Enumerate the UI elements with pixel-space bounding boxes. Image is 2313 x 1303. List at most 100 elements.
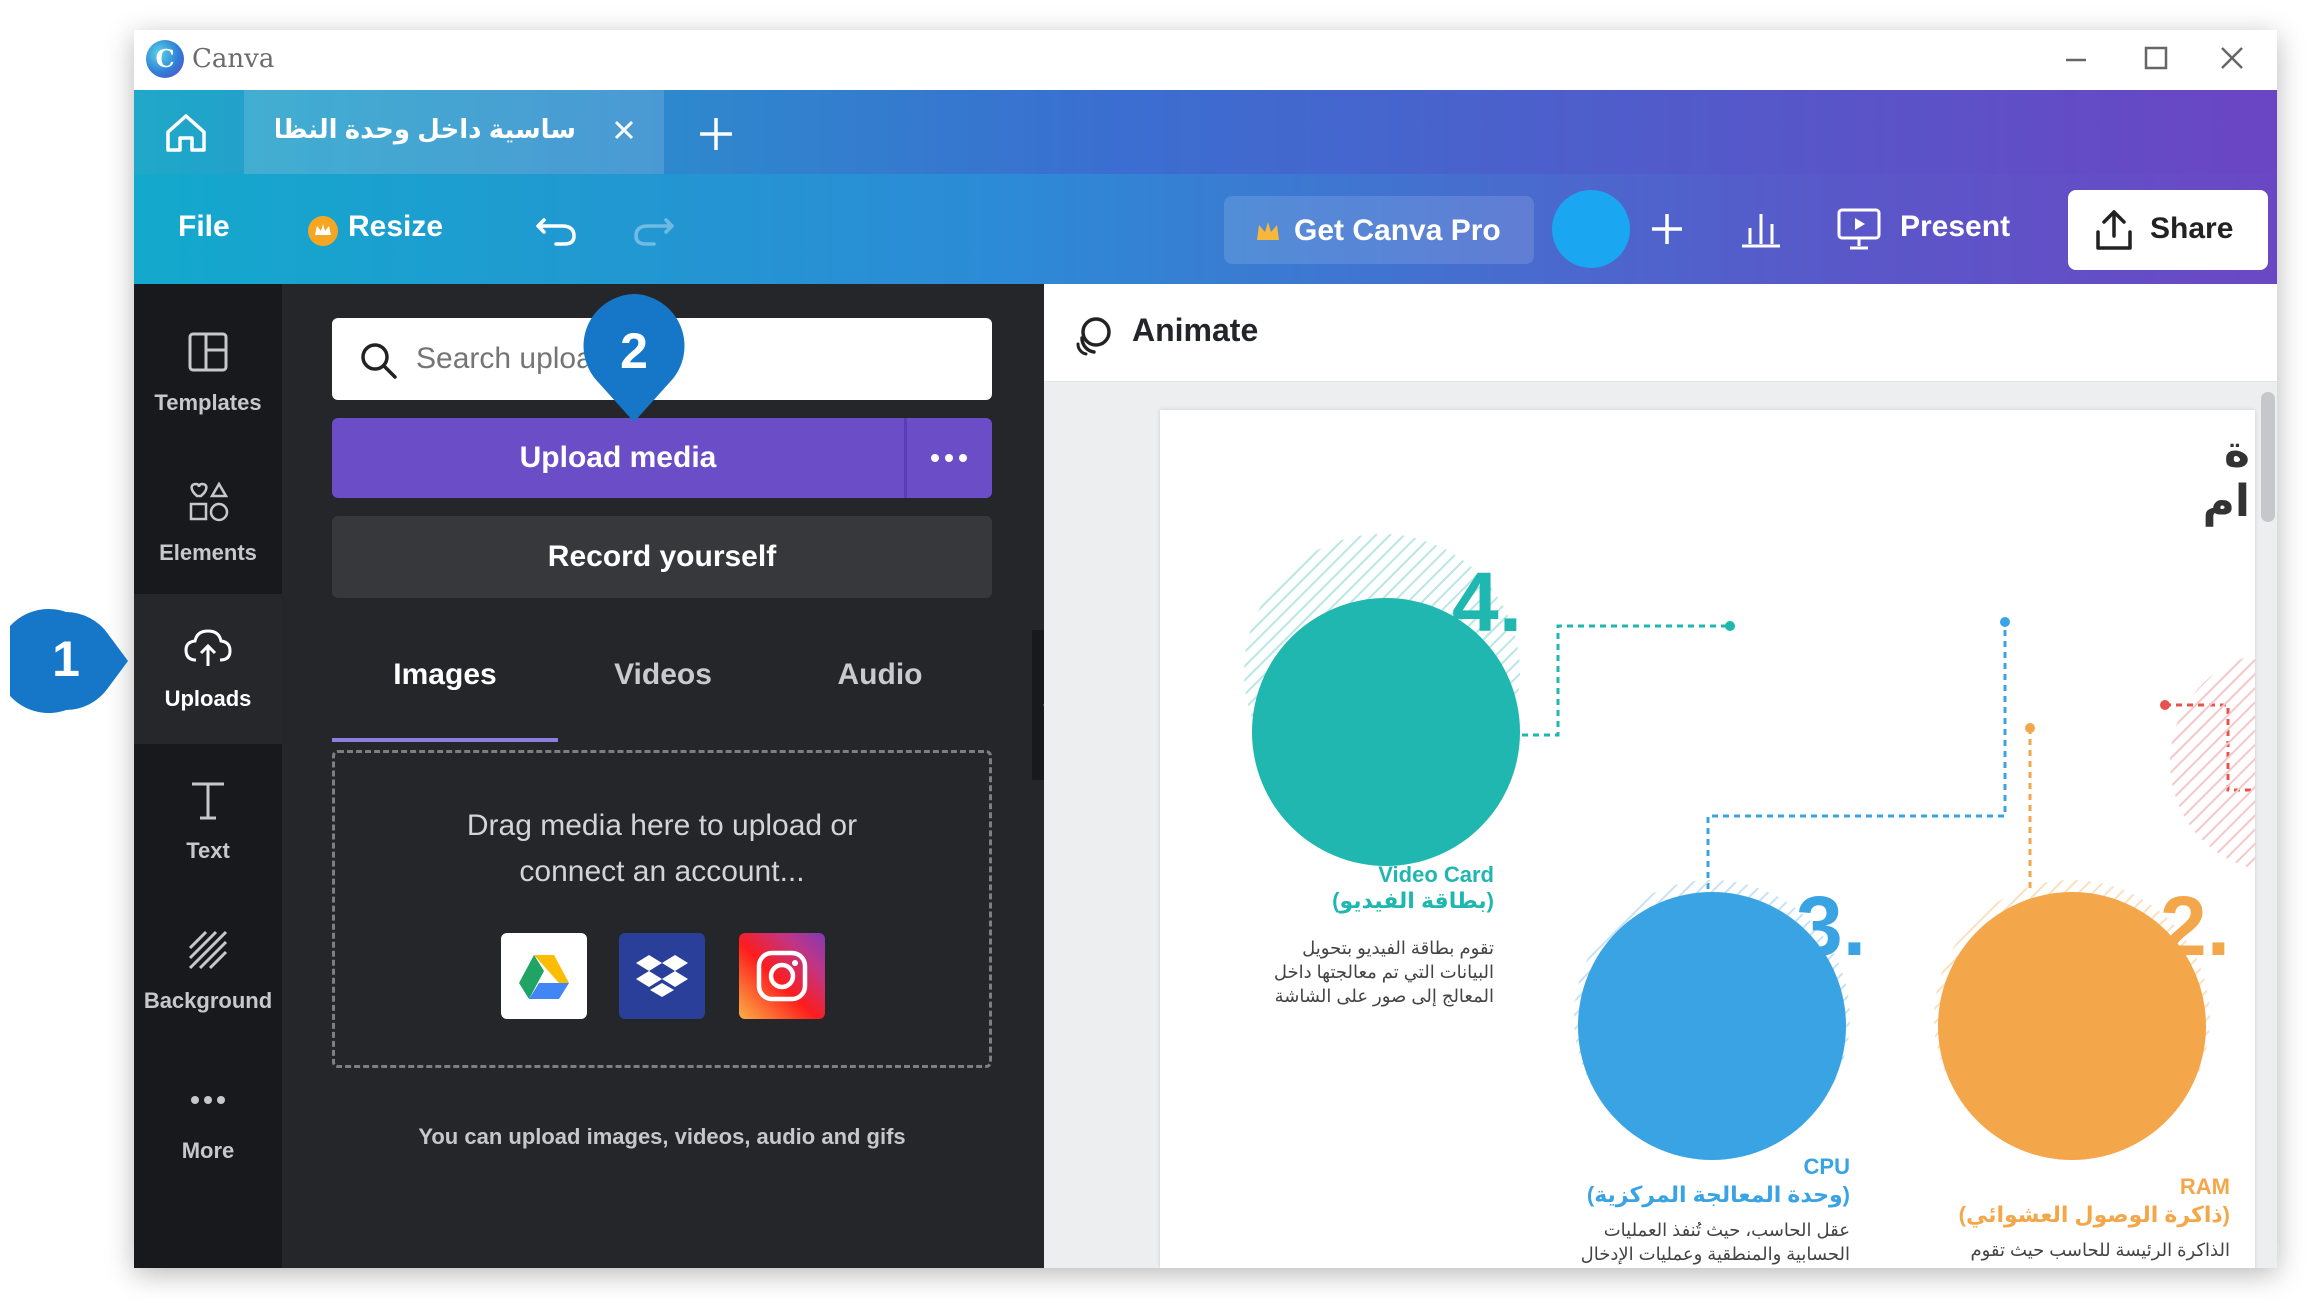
sidebar-item-label: Uploads [164,686,252,711]
tab-bar: ساسية داخل وحدة النظام… [134,90,2277,174]
sidebar-item-more[interactable]: More [134,1046,282,1186]
design-page[interactable]: 4. 3. 2. Video Card (بطاقة الفيديو) تقوم… [1160,410,2255,1268]
undo-icon [536,218,576,246]
insights-button[interactable] [1732,200,1790,258]
app-title: Canva [192,44,275,74]
redo-button[interactable] [628,202,680,254]
new-tab-button[interactable] [694,112,738,156]
present-button[interactable]: Present [1834,196,2044,260]
sidebar-item-text[interactable]: Text [134,746,282,886]
minimize-icon [2066,58,2086,62]
vertical-scrollbar[interactable] [2261,392,2275,522]
record-yourself-button[interactable]: Record yourself [332,516,992,598]
close-icon [2221,47,2243,69]
upload-hint: You can upload images, videos, audio and… [418,1124,906,1149]
close-icon [614,120,634,140]
present-icon [1837,208,1881,250]
templates-icon [188,332,228,372]
upload-media-button[interactable]: Upload media [332,418,904,498]
page-heading-line-1: ة [2224,427,2250,476]
plus-icon [1652,214,1682,244]
dropbox-icon [636,955,688,997]
sidebar-item-label: Text [186,838,230,863]
sidebar-item-uploads[interactable]: Uploads [134,594,282,744]
dropzone-line-1: Drag media here to upload or [466,809,858,842]
close-window-button[interactable] [2200,36,2264,82]
document-tab-title: ساسية داخل وحدة النظام… [276,114,576,144]
active-tab-indicator [332,738,558,742]
tab-audio[interactable]: Audio [768,658,992,718]
item-number: 4. [1452,555,1523,649]
more-dots-icon [191,1096,225,1104]
undo-button[interactable] [530,202,582,254]
resize-button[interactable]: Resize [306,210,456,250]
animate-icon [1076,317,1111,356]
document-tab[interactable]: ساسية داخل وحدة النظام… [244,90,664,174]
callout-1-label: 1 [52,631,80,687]
add-collaborator-button[interactable] [1642,204,1692,254]
item-number: 3. [1796,879,1867,973]
side-rail: Templates Elements Uploads Text Backgrou… [134,284,282,1268]
sidebar-item-label: More [181,1138,235,1163]
item-title-arabic: (بطاقة الفيديو) [1332,888,1494,913]
item-description: الذاكرة الرئيسة للحاسب حيث تقوم [1970,1240,2230,1260]
sidebar-item-label: Templates [154,390,262,415]
canva-window: C Canva ساسية داخل وحدة النظام… [134,30,2277,1268]
avatar[interactable] [1552,190,1630,268]
sidebar-item-templates[interactable]: Templates [134,298,282,438]
animate-label: Animate [1132,312,1259,348]
instagram-button[interactable] [739,933,825,1019]
close-tab-button[interactable] [606,112,642,148]
maximize-icon [2144,46,2168,70]
share-button[interactable]: Share [2068,190,2268,270]
google-drive-icon [519,955,569,999]
upload-more-button[interactable] [907,418,992,498]
get-canva-pro-label: Get Canva Pro [1294,214,1501,247]
page-heading-line-2: ام [2202,477,2250,526]
text-icon [192,782,224,820]
tab-videos[interactable]: Videos [558,658,768,718]
google-drive-button[interactable] [501,933,587,1019]
item-title: CPU [1803,1154,1850,1179]
background-icon [188,930,228,970]
dropbox-button[interactable] [619,933,705,1019]
minimize-button[interactable] [2044,36,2108,82]
search-input[interactable] [416,336,976,382]
button-divider [904,418,907,498]
crown-badge-icon [308,216,338,246]
sidebar-item-background[interactable]: Background [134,896,282,1036]
dropzone-line-2: connect an account... [519,855,805,888]
dropzone-text: Drag media here to upload or connect an … [335,803,989,895]
item-title-arabic: (وحدة المعالجة المركزية) [1586,1182,1850,1207]
get-canva-pro-button[interactable]: Get Canva Pro [1224,196,1534,264]
item-title-arabic: (ذاكرة الوصول العشوائي) [1958,1202,2230,1227]
item-description: عقل الحاسب، حيث تُنفذ العمليات الحسابية … [1580,1220,1850,1264]
item-number: 2. [2160,879,2231,973]
canvas-area: Animate 4. 3. 2. Video Card (بطاقة الفيد… [1044,284,2277,1268]
share-label: Share [2150,212,2234,245]
item-title: RAM [2179,1174,2230,1199]
item-description: تقوم بطاقة الفيديو بتحويل البيانات التي … [1273,938,1494,1006]
upload-dropzone[interactable]: Drag media here to upload or connect an … [332,750,992,1068]
resize-label: Resize [348,210,444,243]
sidebar-item-elements[interactable]: Elements [134,448,282,588]
redo-icon [634,218,674,246]
present-label: Present [1900,210,2011,243]
maximize-button[interactable] [2124,36,2188,82]
crown-icon [1257,222,1279,240]
file-menu[interactable]: File [178,210,230,244]
title-bar: C Canva [134,30,2277,90]
plus-icon [700,118,732,150]
home-button[interactable] [146,102,226,174]
more-dots-icon [931,454,967,462]
sidebar-item-label: Background [143,988,273,1013]
search-icon [361,343,397,379]
canva-logo-icon: C [146,40,184,78]
infographic-graphics [1244,534,2255,1160]
tab-images[interactable]: Images [332,658,558,718]
home-icon [166,114,206,152]
share-icon [2096,210,2132,250]
sidebar-item-label: Elements [159,540,257,565]
callout-2-label: 2 [620,323,648,379]
instagram-icon [756,950,808,1002]
